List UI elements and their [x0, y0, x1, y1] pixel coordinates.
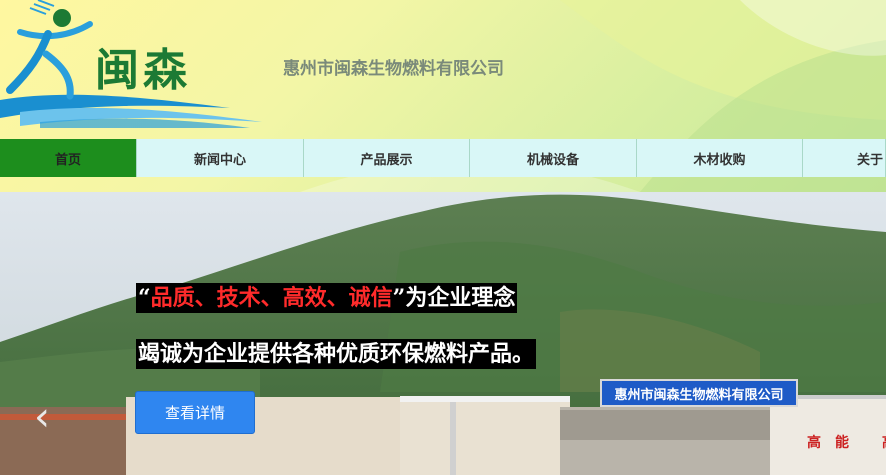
- logo-text: 闽森: [95, 45, 191, 96]
- main-nav: 首页 新闻中心 产品展示 机械设备 木材收购 关于: [0, 139, 886, 177]
- banner-slogan-1: “品质、技术、高效、诚信”为企业理念: [136, 283, 518, 313]
- nav-item-machinery[interactable]: 机械设备: [470, 139, 637, 177]
- banner-photo: [0, 192, 886, 475]
- logo[interactable]: 闽森: [0, 0, 270, 130]
- nav-item-timber-purchase[interactable]: 木材收购: [637, 139, 803, 177]
- slogan-rest: ”为企业理念: [392, 285, 516, 311]
- factory-wall-text: 高能 高: [807, 435, 886, 451]
- hero-banner: “品质、技术、高效、诚信”为企业理念 竭诚为企业提供各种优质环保燃料产品。 查看…: [0, 192, 886, 475]
- company-name: 惠州市闽森生物燃料有限公司: [283, 59, 504, 79]
- nav-item-news[interactable]: 新闻中心: [137, 139, 304, 177]
- nav-item-home[interactable]: 首页: [0, 139, 137, 177]
- carousel-prev-arrow-icon[interactable]: ‹: [34, 397, 50, 437]
- nav-item-products[interactable]: 产品展示: [304, 139, 470, 177]
- slogan-highlight: 品质、技术、高效、诚信: [150, 285, 393, 311]
- slogan-open-quote: “: [138, 285, 151, 311]
- banner-slogan-2: 竭诚为企业提供各种优质环保燃料产品。: [136, 339, 537, 369]
- nav-item-about[interactable]: 关于: [803, 139, 886, 177]
- view-details-button[interactable]: 查看详情: [135, 391, 255, 434]
- factory-sign: 惠州市闽森生物燃料有限公司: [600, 379, 798, 407]
- site-header: 闽森 惠州市闽森生物燃料有限公司 首页 新闻中心 产品展示 机械设备 木材收购 …: [0, 0, 886, 192]
